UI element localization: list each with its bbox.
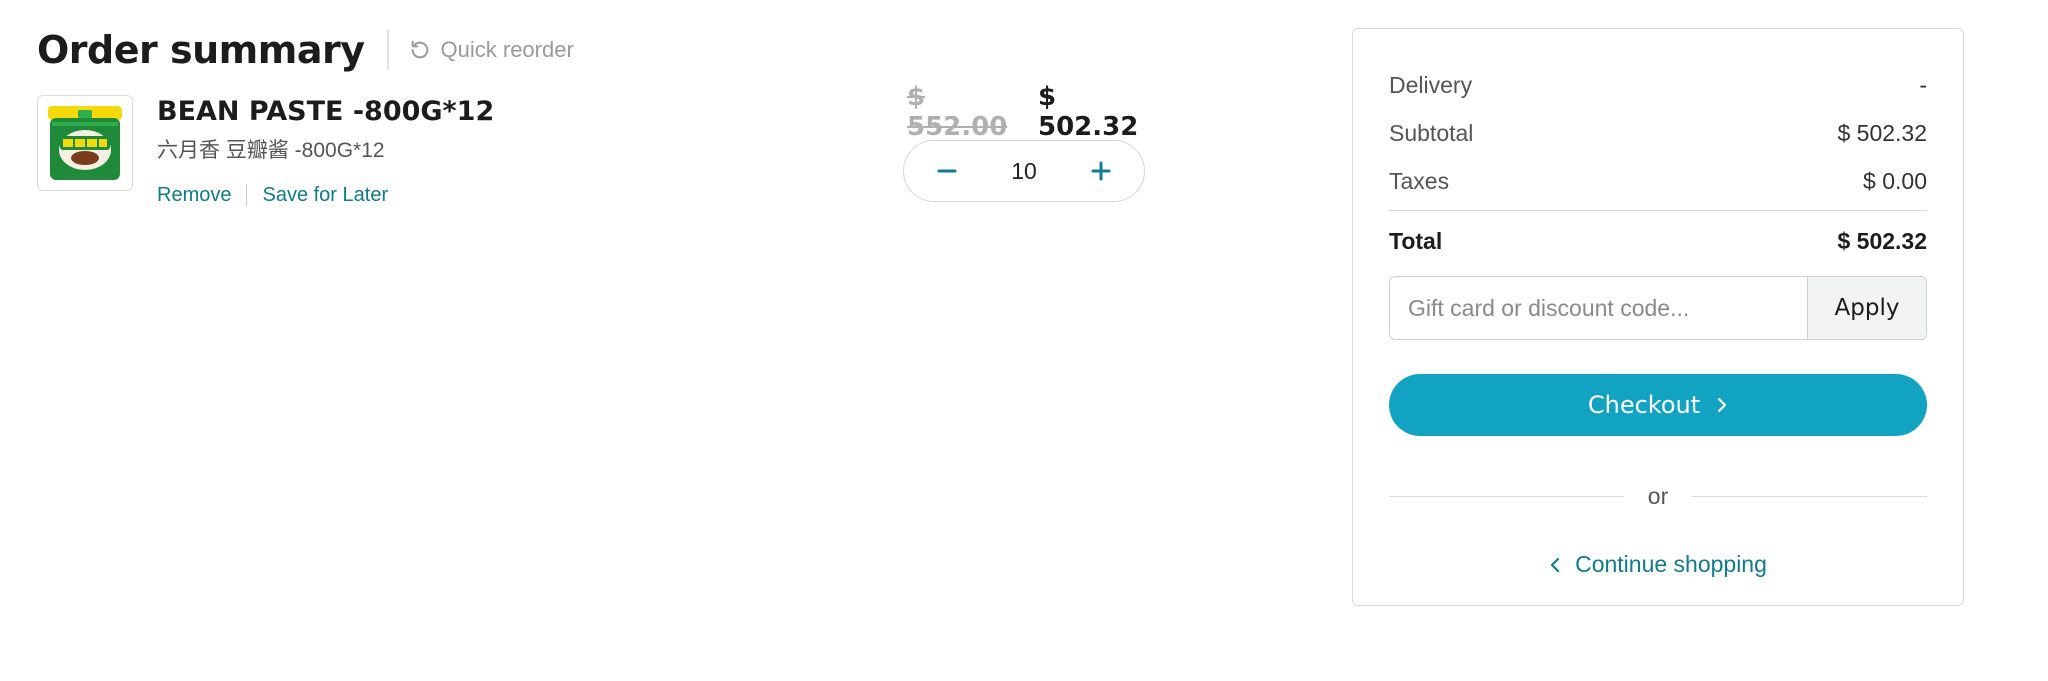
refresh-icon (411, 40, 428, 59)
chevron-right-icon (1718, 397, 1727, 413)
continue-shopping-link[interactable]: Continue shopping (1389, 551, 1927, 578)
page-header: Order summary Quick reorder (37, 24, 574, 76)
chevron-left-icon (1550, 557, 1560, 572)
sale-price: $ 502.32 (1038, 82, 1139, 142)
increment-button[interactable] (1078, 148, 1124, 194)
or-divider: or (1389, 481, 1928, 511)
taxes-label: Taxes (1389, 168, 1450, 194)
page-title: Order summary (37, 28, 365, 72)
apply-button[interactable]: Apply (1807, 277, 1926, 339)
total-row: Total $ 502.32 (1389, 227, 1927, 255)
or-label: or (1647, 482, 1669, 509)
link-divider (246, 184, 248, 206)
subtotal-value: $ 502.32 (1837, 120, 1927, 146)
summary-divider (1389, 210, 1927, 211)
decrement-button[interactable] (924, 148, 970, 194)
remove-link[interactable]: Remove (157, 181, 231, 209)
taxes-row: Taxes $ 0.00 (1389, 167, 1927, 195)
subtotal-row: Subtotal $ 502.32 (1389, 119, 1927, 147)
item-actions: Remove Save for Later (157, 181, 388, 209)
product-name[interactable]: BEAN PASTE -800G*12 (157, 95, 494, 129)
discount-code-input[interactable] (1390, 277, 1807, 339)
plus-icon (1091, 161, 1111, 181)
or-line-right (1692, 495, 1928, 497)
product-subtitle: 六月香 豆瓣酱 -800G*12 (157, 139, 385, 162)
taxes-value: $ 0.00 (1863, 168, 1927, 194)
quantity-stepper (903, 140, 1145, 202)
checkout-label: Checkout (1587, 391, 1701, 419)
checkout-button[interactable]: Checkout (1389, 374, 1927, 436)
subtotal-label: Subtotal (1389, 120, 1474, 146)
quick-reorder-label: Quick reorder (440, 37, 574, 62)
discount-form: Apply (1389, 276, 1927, 340)
order-summary-panel: Delivery - Subtotal $ 502.32 Taxes $ 0.0… (1352, 28, 1964, 606)
continue-shopping-label: Continue shopping (1575, 551, 1767, 577)
save-for-later-link[interactable]: Save for Later (262, 181, 388, 209)
delivery-value: - (1919, 72, 1927, 98)
product-image[interactable] (37, 95, 133, 191)
or-line-left (1389, 495, 1624, 497)
total-value: $ 502.32 (1837, 228, 1927, 254)
total-label: Total (1389, 228, 1443, 254)
delivery-row: Delivery - (1389, 71, 1927, 99)
price-block: $ 552.00 $ 502.32 (907, 82, 1157, 142)
quantity-input[interactable] (982, 156, 1066, 186)
original-price: $ 552.00 (907, 82, 1008, 142)
header-divider (386, 30, 389, 70)
delivery-label: Delivery (1389, 72, 1473, 98)
minus-icon (937, 169, 957, 173)
quick-reorder-button[interactable]: Quick reorder (409, 37, 574, 63)
cart-item: BEAN PASTE -800G*12 六月香 豆瓣酱 -800G*12 Rem… (37, 82, 1157, 215)
